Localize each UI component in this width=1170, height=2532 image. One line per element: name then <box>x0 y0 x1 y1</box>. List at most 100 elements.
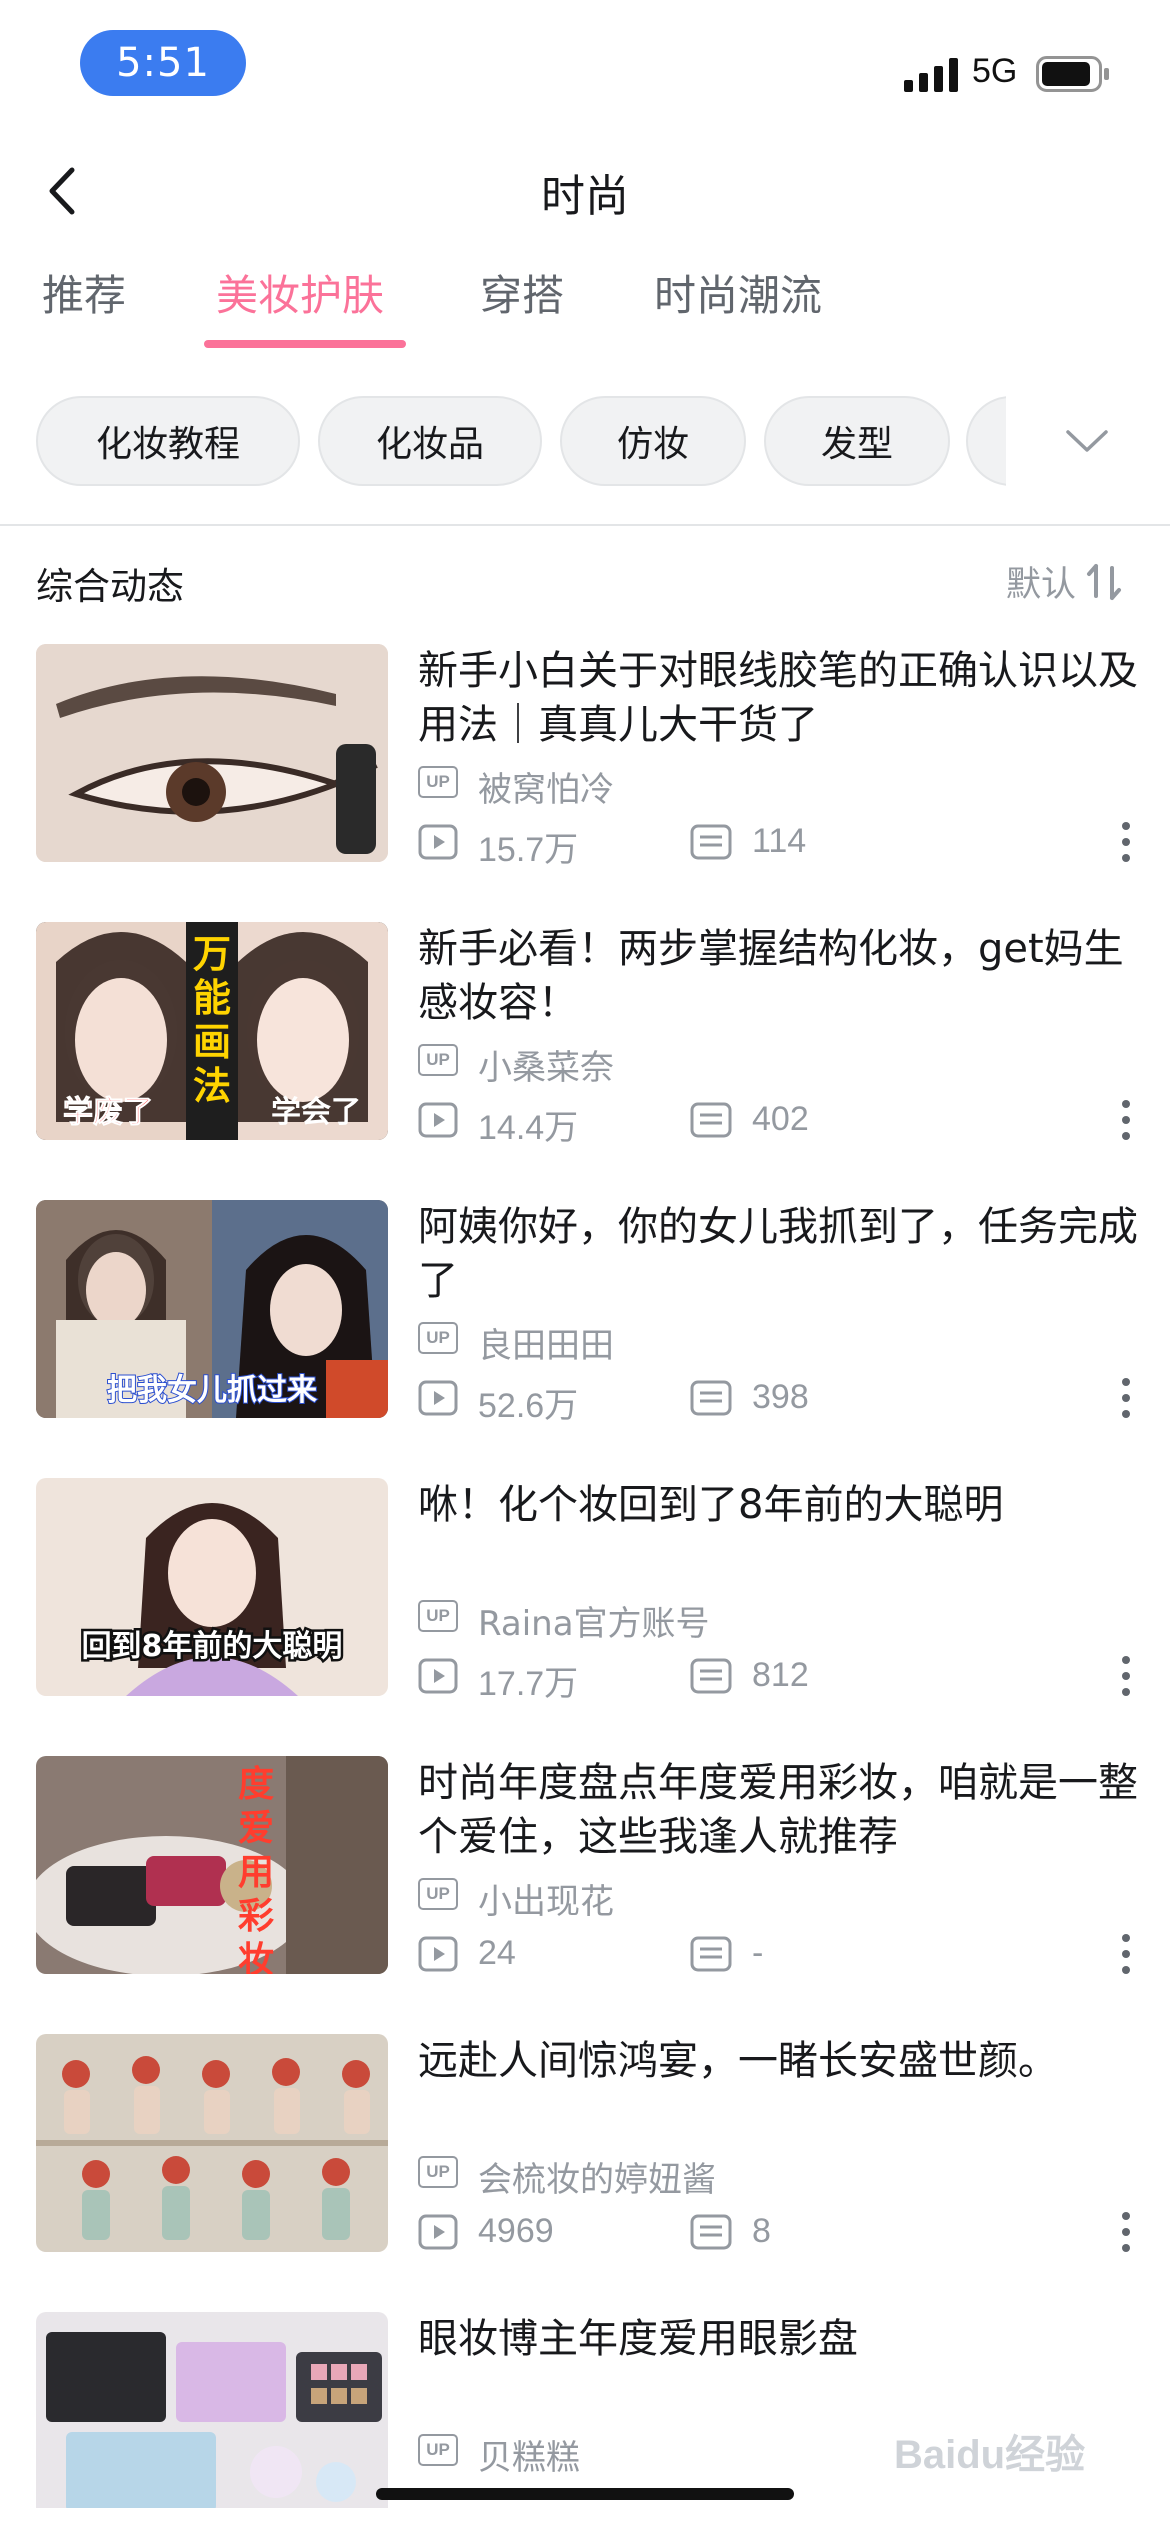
up-badge-icon: UP <box>418 2156 458 2188</box>
feed-item[interactable]: 回到8年前的大聪明 咻！化个妆回到了8年前的大聪明 UP Raina官方账号 1… <box>0 1478 1170 1703</box>
tab-recommend[interactable]: 推荐 <box>42 262 126 323</box>
watermark: Baidu经验 <box>894 2433 1086 2477</box>
uploader-name[interactable]: 小桑菜奈 <box>478 1040 614 1089</box>
uploader-name[interactable]: Raina官方账号 <box>478 1596 710 1645</box>
video-title[interactable]: 远赴人间惊鸿宴，一睹长安盛世颜。 <box>418 2034 1138 2088</box>
more-icon[interactable] <box>1118 1098 1134 1142</box>
chevron-down-icon[interactable] <box>1062 416 1112 466</box>
comment-count: - <box>752 1934 764 1972</box>
up-badge-icon: UP <box>418 2434 458 2466</box>
comment-icon <box>690 1380 732 1416</box>
thumbnail-eye-closeup <box>36 644 388 862</box>
stats-row: 4969 8 <box>418 2212 1138 2256</box>
stats-row: 14.4万 402 <box>418 1100 1138 1147</box>
comment-icon <box>690 824 732 860</box>
video-title[interactable]: 新手小白关于对眼线胶笔的正确认识以及用法｜真真儿大干货了 <box>418 644 1138 752</box>
more-icon[interactable] <box>1118 1376 1134 1420</box>
thumbnail-caption-left: 学废了 <box>63 1095 153 1130</box>
feed-item[interactable]: 度爱用彩妆 时尚年度盘点年度爱用彩妆，咱就是一整个爱住，这些我逢人就推荐 UP … <box>0 1756 1170 1980</box>
more-icon[interactable] <box>1118 1932 1134 1976</box>
divider <box>0 524 1170 526</box>
video-title[interactable]: 时尚年度盘点年度爱用彩妆，咱就是一整个爱住，这些我逢人就推荐 <box>418 1756 1138 1864</box>
chip-overflow <box>966 396 1006 486</box>
video-thumbnail[interactable] <box>36 644 388 862</box>
more-icon[interactable] <box>1118 820 1134 864</box>
more-icon[interactable] <box>1118 2210 1134 2254</box>
video-title[interactable]: 眼妆博主年度爱用眼影盘 <box>418 2312 1138 2366</box>
category-tabs: 推荐 美妆护肤 穿搭 时尚潮流 <box>0 262 1170 352</box>
active-tab-indicator <box>204 340 406 348</box>
uploader-row: UP 小桑菜奈 <box>418 1040 1138 1088</box>
up-badge-icon: UP <box>418 1322 458 1354</box>
uploader-name[interactable]: 会梳妆的婷妞酱 <box>478 2152 716 2201</box>
thumbnail-photo <box>36 2312 388 2508</box>
signal-icon <box>904 58 958 92</box>
tab-outfits[interactable]: 穿搭 <box>480 262 564 323</box>
uploader-name[interactable]: 小出现花 <box>478 1874 614 1923</box>
thumbnail-photo: 把我女儿抓过来 <box>36 1200 388 1418</box>
uploader-row: UP Raina官方账号 <box>418 1596 1138 1644</box>
thumbnail-photo <box>36 2034 388 2252</box>
thumbnail-overlay-text: 把我女儿抓过来 <box>107 1373 317 1408</box>
sort-button[interactable]: 默认 <box>1006 556 1124 607</box>
play-count: 17.7万 <box>478 1665 579 1703</box>
comment-icon <box>690 1658 732 1694</box>
video-thumbnail[interactable] <box>36 2034 388 2252</box>
thumbnail-overlay-text: 回到8年前的大聪明 <box>82 1629 343 1664</box>
play-count: 4969 <box>478 2212 554 2250</box>
video-title[interactable]: 新手必看！两步掌握结构化妆，get妈生感妆容！ <box>418 922 1138 1030</box>
comment-count: 8 <box>752 2212 771 2250</box>
play-count: 14.4万 <box>478 1109 579 1147</box>
video-thumbnail[interactable]: 把我女儿抓过来 <box>36 1200 388 1418</box>
feed-item[interactable]: 把我女儿抓过来 阿姨你好，你的女儿我抓到了，任务完成了 UP 良田田田 52.6… <box>0 1200 1170 1425</box>
chip-imitation-makeup[interactable]: 仿妆 <box>560 396 746 486</box>
play-count: 15.7万 <box>478 831 579 869</box>
thumbnail-caption-right: 学会了 <box>271 1095 361 1130</box>
up-badge-icon: UP <box>418 1878 458 1910</box>
thumbnail-overlay-text: 万能画法 <box>193 932 231 1108</box>
home-indicator <box>376 2488 794 2500</box>
video-thumbnail[interactable] <box>36 2312 388 2508</box>
uploader-row: UP 小出现花 <box>418 1874 1138 1922</box>
comment-count: 402 <box>752 1100 809 1138</box>
sort-label: 默认 <box>1006 565 1077 605</box>
uploader-name[interactable]: 贝糕糕 <box>478 2430 580 2479</box>
tab-fashion-trends[interactable]: 时尚潮流 <box>654 262 822 323</box>
stats-row: 24 - <box>418 1934 1138 1978</box>
page-title: 时尚 <box>541 171 629 222</box>
comment-icon <box>690 2214 732 2250</box>
chip-partial[interactable] <box>966 396 1006 486</box>
status-time: 5:51 <box>80 30 246 96</box>
play-icon <box>418 1380 458 1416</box>
feed-item[interactable]: 远赴人间惊鸿宴，一睹长安盛世颜。 UP 会梳妆的婷妞酱 4969 8 <box>0 2034 1170 2258</box>
video-title[interactable]: 咻！化个妆回到了8年前的大聪明 <box>418 1478 1138 1532</box>
chip-makeup-tutorial[interactable]: 化妆教程 <box>36 396 300 486</box>
stats-row: 52.6万 398 <box>418 1378 1138 1425</box>
status-bar: 5:51 5G <box>0 0 1170 130</box>
uploader-row: UP 会梳妆的婷妞酱 <box>418 2152 1138 2200</box>
thumbnail-overlay-text: 度爱用彩妆 <box>238 1764 274 1974</box>
thumbnail-photo: 度爱用彩妆 <box>36 1756 388 1974</box>
video-thumbnail[interactable]: 回到8年前的大聪明 <box>36 1478 388 1696</box>
thumbnail-photo: 回到8年前的大聪明 <box>36 1478 388 1696</box>
chip-hairstyle[interactable]: 发型 <box>764 396 950 486</box>
uploader-row: UP 被窝怕冷 <box>418 762 1138 810</box>
video-thumbnail[interactable]: 度爱用彩妆 <box>36 1756 388 1974</box>
uploader-name[interactable]: 被窝怕冷 <box>478 762 614 811</box>
feed-item[interactable]: 新手小白关于对眼线胶笔的正确认识以及用法｜真真儿大干货了 UP 被窝怕冷 15.… <box>0 644 1170 869</box>
network-type: 5G <box>972 52 1018 90</box>
video-thumbnail[interactable]: 万能画法 学废了 学会了 <box>36 922 388 1140</box>
battery-icon <box>1036 56 1109 92</box>
video-title[interactable]: 阿姨你好，你的女儿我抓到了，任务完成了 <box>418 1200 1138 1308</box>
up-badge-icon: UP <box>418 1044 458 1076</box>
tab-makeup-skincare[interactable]: 美妆护肤 <box>216 262 384 323</box>
play-count: 52.6万 <box>478 1387 579 1425</box>
up-badge-icon: UP <box>418 766 458 798</box>
feed-item[interactable]: 万能画法 学废了 学会了 新手必看！两步掌握结构化妆，get妈生感妆容！ UP … <box>0 922 1170 1147</box>
more-icon[interactable] <box>1118 1654 1134 1698</box>
thumbnail-makeup-comparison: 万能画法 学废了 学会了 <box>36 922 388 1140</box>
uploader-name[interactable]: 良田田田 <box>478 1318 614 1367</box>
subcategory-chips: 化妆教程 化妆品 仿妆 发型 <box>0 396 1170 492</box>
uploader-row: UP 良田田田 <box>418 1318 1138 1366</box>
chip-cosmetics[interactable]: 化妆品 <box>318 396 542 486</box>
